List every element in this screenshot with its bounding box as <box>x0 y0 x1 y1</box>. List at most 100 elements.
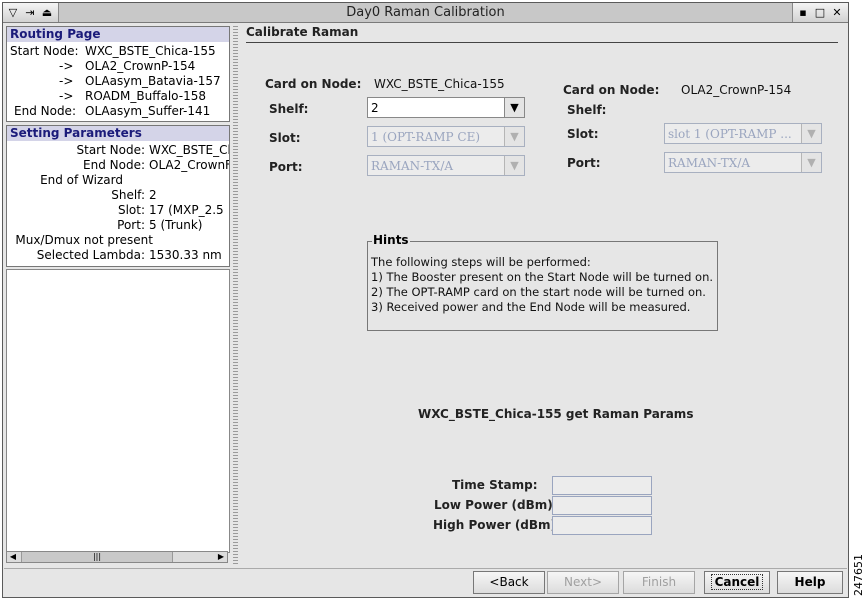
chevron-down-icon[interactable]: ▼ <box>504 127 524 146</box>
routing-hop-node: ROADM_Buffalo-158 <box>85 89 206 103</box>
help-button[interactable]: Help <box>777 571 843 594</box>
next-button[interactable]: Next> <box>547 571 619 594</box>
routing-page-panel: Routing Page Start Node: WXC_BSTE_Chica-… <box>6 26 230 122</box>
hint-line: 3) Received power and the End Node will … <box>371 300 691 314</box>
section-divider <box>246 42 838 43</box>
menu-icon[interactable]: ▽ <box>6 6 20 19</box>
left-slot-label: Slot: <box>269 131 301 145</box>
figure-id: 247651 <box>852 554 864 596</box>
title-bar-right-controls: ▪ □ ✕ <box>796 4 844 21</box>
right-card-node-value: OLA2_CrownP-154 <box>681 83 792 97</box>
left-slot-value: 1 (OPT-RAMP CE) <box>371 130 481 144</box>
right-shelf-label: Shelf: <box>567 103 607 117</box>
back-button[interactable]: <Back <box>473 571 545 594</box>
setting-value: 1530.33 nm <box>149 248 222 262</box>
left-shelf-combo[interactable]: 2 ▼ <box>367 97 525 118</box>
button-bar: <Back Next> Finish Cancel Help <box>4 568 847 597</box>
setting-label: Mux/Dmux not present <box>15 233 153 247</box>
right-port-value: RAMAN-TX/A <box>668 156 751 170</box>
wizard-window: ▽ ⇥ ⏏ Day0 Raman Calibration ▪ □ ✕ Routi… <box>2 2 849 598</box>
left-port-label: Port: <box>269 160 303 174</box>
hints-box: Hints The following steps will be perfor… <box>367 233 718 331</box>
left-card-node-value: WXC_BSTE_Chica-155 <box>374 77 505 91</box>
chevron-down-icon[interactable]: ▼ <box>801 153 821 172</box>
scrollbar-thumb[interactable]: ||| <box>21 552 173 562</box>
window-title: Day0 Raman Calibration <box>58 3 793 22</box>
setting-label: Port: <box>117 218 145 232</box>
pin-icon[interactable]: ⇥ <box>23 6 37 19</box>
title-bar[interactable]: ▽ ⇥ ⏏ Day0 Raman Calibration ▪ □ ✕ <box>3 3 848 23</box>
cancel-button-label: Cancel <box>710 574 764 590</box>
routing-page-header: Routing Page <box>7 27 229 42</box>
scroll-left-icon[interactable]: ◀ <box>7 552 19 562</box>
setting-label: Selected Lambda: <box>36 248 145 262</box>
title-bar-left-controls: ▽ ⇥ ⏏ <box>6 4 56 21</box>
right-port-label: Port: <box>567 156 601 170</box>
low-power-field <box>552 496 652 515</box>
setting-row: Selected Lambda: 1530.33 nm <box>7 248 229 263</box>
scroll-right-icon[interactable]: ▶ <box>215 552 227 562</box>
setting-row: Shelf: 2 <box>7 188 229 203</box>
routing-hop-arrow: -> <box>59 59 74 73</box>
setting-value: 17 (MXP_2.5 <box>149 203 224 217</box>
left-pane: Routing Page Start Node: WXC_BSTE_Chica-… <box>4 24 232 566</box>
hint-line: The following steps will be performed: <box>371 255 591 269</box>
maximize-icon[interactable]: □ <box>813 6 827 19</box>
routing-hop-arrow: -> <box>59 89 74 103</box>
finish-button[interactable]: Finish <box>623 571 695 594</box>
setting-row: End Node: OLA2_CrownF <box>7 158 229 173</box>
calibrate-raman-panel: Calibrate Raman Card on Node: WXC_BSTE_C… <box>240 24 848 566</box>
chevron-down-icon[interactable]: ▼ <box>504 156 524 175</box>
left-port-value: RAMAN-TX/A <box>371 159 454 173</box>
chevron-down-icon[interactable]: ▼ <box>504 98 524 117</box>
section-title: Calibrate Raman <box>246 25 359 39</box>
timestamp-field <box>552 476 652 495</box>
setting-value: 5 (Trunk) <box>149 218 203 232</box>
setting-value: OLA2_CrownF <box>149 158 229 172</box>
left-port-combo[interactable]: RAMAN-TX/A ▼ <box>367 155 525 176</box>
routing-hop-arrow: -> <box>59 74 74 88</box>
hint-line: 1) The Booster present on the Start Node… <box>371 270 714 284</box>
setting-label: Slot: <box>117 203 145 217</box>
setting-label: End of Wizard <box>40 173 123 187</box>
setting-label: Start Node: <box>76 143 146 157</box>
high-power-label: High Power (dBm): <box>433 518 561 532</box>
left-horizontal-scrollbar[interactable]: ◀ ||| ▶ <box>6 551 228 563</box>
right-slot-value: slot 1 (OPT-RAMP ... <box>668 127 792 141</box>
shade-icon[interactable]: ⏏ <box>40 6 54 19</box>
setting-label: Shelf: <box>111 188 145 202</box>
right-port-combo[interactable]: RAMAN-TX/A ▼ <box>664 152 822 173</box>
setting-parameters-panel: Setting Parameters Start Node: WXC_BSTE_… <box>6 125 230 267</box>
setting-row: Port: 5 (Trunk) <box>7 218 229 233</box>
routing-end-label: End Node: <box>14 104 76 118</box>
chevron-down-icon[interactable]: ▼ <box>801 124 821 143</box>
hint-line: 2) The OPT-RAMP card on the start node w… <box>371 285 706 299</box>
routing-end-value: OLAasym_Suffer-141 <box>85 104 211 118</box>
cancel-button[interactable]: Cancel <box>704 571 770 594</box>
pane-splitter[interactable] <box>233 24 238 566</box>
routing-hop-node: OLAasym_Batavia-157 <box>85 74 221 88</box>
setting-parameters-header: Setting Parameters <box>7 126 229 141</box>
minimize-icon[interactable]: ▪ <box>796 6 810 19</box>
routing-hop-node: OLA2_CrownP-154 <box>85 59 196 73</box>
setting-value: WXC_BSTE_Ch <box>149 143 229 157</box>
low-power-label: Low Power (dBm): <box>434 498 558 512</box>
setting-row: Slot: 17 (MXP_2.5 <box>7 203 229 218</box>
setting-row: Start Node: WXC_BSTE_Ch <box>7 143 230 158</box>
left-shelf-value: 2 <box>371 101 379 115</box>
setting-row: Mux/Dmux not present <box>7 233 229 248</box>
routing-start-value: WXC_BSTE_Chica-155 <box>85 44 216 58</box>
routing-start-label: Start Node: <box>10 44 79 58</box>
left-slot-combo[interactable]: 1 (OPT-RAMP CE) ▼ <box>367 126 525 147</box>
left-empty-area <box>6 269 230 553</box>
timestamp-label: Time Stamp: <box>452 478 538 492</box>
right-slot-combo[interactable]: slot 1 (OPT-RAMP ... ▼ <box>664 123 822 144</box>
high-power-field <box>552 516 652 535</box>
setting-row: End of Wizard <box>7 173 229 188</box>
right-card-on-node-label: Card on Node: <box>563 83 660 97</box>
hints-title: Hints <box>372 233 410 247</box>
setting-value: 2 <box>149 188 157 202</box>
close-icon[interactable]: ✕ <box>830 6 844 19</box>
setting-label: End Node: <box>83 158 145 172</box>
right-slot-label: Slot: <box>567 127 599 141</box>
